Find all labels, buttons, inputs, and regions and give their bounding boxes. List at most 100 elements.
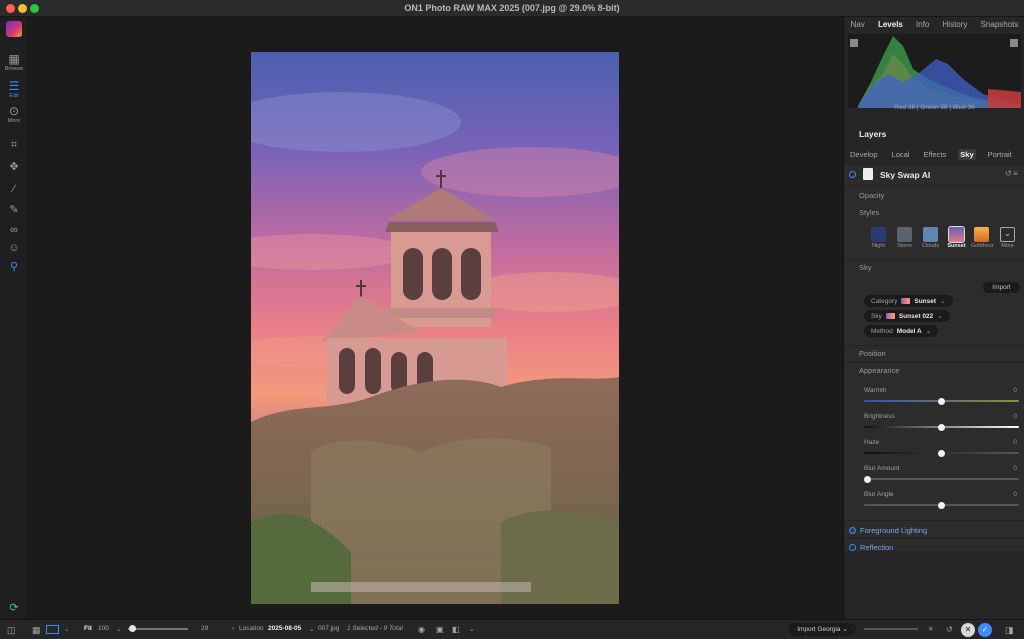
blur-angle-knob[interactable] bbox=[938, 501, 945, 509]
blue-value: 36 bbox=[967, 104, 975, 111]
crop-tool[interactable]: ⌗ bbox=[0, 138, 28, 152]
tab-snapshots[interactable]: Snapshots bbox=[981, 20, 1019, 29]
cancel-button[interactable]: ✕ bbox=[961, 623, 975, 637]
photo-preview[interactable] bbox=[251, 52, 619, 604]
selection-status: 1 Selected - 9 Total bbox=[347, 625, 403, 632]
filter-enable-toggle[interactable] bbox=[849, 171, 856, 178]
chevron-down-icon: ⌄ bbox=[842, 626, 848, 633]
import-georgia-button[interactable]: Import Georgia ⌄ bbox=[789, 623, 856, 636]
cancel-small-icon[interactable]: ✕ bbox=[928, 625, 933, 633]
style-storm-label: Storm bbox=[897, 243, 912, 249]
foreground-lighting-toggle[interactable] bbox=[849, 527, 856, 534]
retouch-tool[interactable]: ∞ bbox=[0, 223, 28, 237]
text-overlay-icon[interactable]: ▣ bbox=[436, 625, 444, 634]
chevron-down-icon[interactable]: ⌄ bbox=[116, 625, 121, 633]
tab-develop[interactable]: Develop bbox=[848, 149, 880, 160]
chevron-down-icon[interactable]: ⌄ bbox=[64, 625, 69, 633]
browse-module-button[interactable]: ▦ Browse bbox=[0, 52, 28, 73]
edit-module-button[interactable]: ☰ Edit bbox=[0, 79, 28, 100]
thumb-size-knob[interactable] bbox=[129, 625, 136, 632]
fit-button[interactable]: Fit bbox=[84, 625, 92, 632]
import-button-label: Import Georgia bbox=[797, 626, 841, 633]
right-panel-toggle-icon[interactable]: ◨ bbox=[1005, 625, 1014, 636]
blur-amount-knob[interactable] bbox=[864, 475, 871, 483]
reset-icon[interactable]: ↺ bbox=[946, 625, 953, 634]
filter-title: Sky Swap AI bbox=[880, 170, 931, 180]
blur-angle-value[interactable]: 0 bbox=[1013, 491, 1017, 498]
warmth-value[interactable]: 0 bbox=[1013, 387, 1017, 394]
zoom-tool[interactable]: ⚲ bbox=[0, 260, 28, 274]
image-canvas[interactable] bbox=[29, 17, 843, 619]
app-window: ON1 Photo RAW MAX 2025 (007.jpg @ 29.0% … bbox=[0, 0, 1024, 639]
tab-history[interactable]: History bbox=[943, 20, 968, 29]
compare-icon[interactable]: ◧ bbox=[452, 625, 460, 634]
blur-angle-slider[interactable] bbox=[864, 501, 1019, 509]
more-module-button[interactable]: ⊙ More bbox=[0, 104, 28, 125]
reflection-toggle[interactable] bbox=[849, 544, 856, 551]
edit-label: Edit bbox=[9, 93, 19, 99]
reflection-section[interactable]: Reflection bbox=[860, 543, 893, 552]
blur-amount-value[interactable]: 0 bbox=[1013, 465, 1017, 472]
grid-view-icon[interactable]: ▦ bbox=[32, 625, 41, 636]
menu-icon[interactable]: ≡ bbox=[1013, 169, 1018, 178]
foreground-lighting-section[interactable]: Foreground Lighting bbox=[860, 526, 927, 535]
brush-tool[interactable]: ✎ bbox=[0, 203, 28, 217]
style-goldhour[interactable]: Goldhour bbox=[971, 227, 994, 249]
brightness-slider[interactable] bbox=[864, 423, 1019, 431]
tab-portrait[interactable]: Portrait bbox=[986, 149, 1014, 160]
tab-local[interactable]: Local bbox=[890, 149, 912, 160]
styles-section[interactable]: Styles bbox=[859, 208, 879, 217]
divider bbox=[844, 538, 1024, 539]
style-clouds[interactable]: Clouds bbox=[920, 227, 941, 249]
style-night-label: Night bbox=[872, 243, 885, 249]
sky-dropdown[interactable]: Sky Sunset 022 ⌄ bbox=[864, 310, 950, 322]
sunset-thumb bbox=[948, 226, 965, 243]
tab-sky[interactable]: Sky bbox=[958, 149, 976, 160]
brightness-knob[interactable] bbox=[938, 423, 945, 431]
style-sunset[interactable]: Sunset bbox=[946, 226, 967, 249]
position-section[interactable]: Position bbox=[859, 349, 886, 358]
app-logo-icon bbox=[6, 21, 22, 37]
tab-levels[interactable]: Levels bbox=[878, 20, 903, 29]
appearance-section[interactable]: Appearance bbox=[859, 366, 899, 375]
window-title: ON1 Photo RAW MAX 2025 (007.jpg @ 29.0% … bbox=[404, 3, 620, 13]
haze-value[interactable]: 0 bbox=[1013, 439, 1017, 446]
tab-effects[interactable]: Effects bbox=[921, 149, 948, 160]
sync-tool[interactable]: ⟳ bbox=[0, 601, 28, 615]
tab-info[interactable]: Info bbox=[916, 20, 929, 29]
done-button[interactable]: ✓ bbox=[978, 623, 992, 637]
warmth-slider[interactable] bbox=[864, 397, 1019, 405]
chevron-down-icon[interactable]: ⌄ bbox=[469, 625, 474, 633]
haze-slider[interactable] bbox=[864, 449, 1019, 457]
tab-nav[interactable]: Nav bbox=[851, 20, 865, 29]
sky-section[interactable]: Sky bbox=[859, 263, 872, 272]
single-view-icon[interactable] bbox=[46, 625, 59, 634]
thumb-size-slider[interactable] bbox=[128, 628, 188, 630]
chevron-down-icon[interactable]: ⌄ bbox=[309, 625, 314, 633]
layers-title[interactable]: Layers bbox=[859, 129, 886, 139]
module-tabs: Develop Local Effects Sky Portrait bbox=[848, 149, 1021, 160]
portrait-tool[interactable]: ☺ bbox=[0, 241, 28, 255]
chevron-left-icon[interactable]: ‹ bbox=[232, 625, 234, 632]
panel-toggle-icon[interactable]: ◫ bbox=[7, 625, 16, 636]
import-sky-button[interactable]: Import bbox=[983, 282, 1020, 293]
filter-mask-thumbnail[interactable] bbox=[863, 168, 873, 180]
reset-icon[interactable]: ↺ bbox=[1005, 169, 1012, 178]
opacity-section[interactable]: Opacity bbox=[859, 191, 884, 200]
haze-knob[interactable] bbox=[938, 449, 945, 457]
style-night[interactable]: Night bbox=[868, 227, 889, 249]
blur-amount-slider[interactable] bbox=[864, 475, 1019, 483]
brightness-value[interactable]: 0 bbox=[1013, 413, 1017, 420]
eye-icon[interactable]: ◉ bbox=[418, 625, 425, 634]
style-storm[interactable]: Storm bbox=[894, 227, 915, 249]
method-dropdown[interactable]: Method Model A ⌄ bbox=[864, 325, 939, 337]
magic-wand-tool[interactable]: ⁄ bbox=[0, 182, 28, 196]
red-label: Red bbox=[894, 104, 907, 111]
category-dropdown[interactable]: Category Sunset ⌄ bbox=[864, 295, 953, 307]
location-value[interactable]: 2025-08-05 bbox=[268, 625, 301, 632]
sky-label: Sky bbox=[871, 312, 882, 320]
zoom-value[interactable]: 100 bbox=[98, 625, 109, 632]
warmth-knob[interactable] bbox=[938, 397, 945, 405]
style-more[interactable]: ⌄ More bbox=[997, 227, 1018, 249]
transform-tool[interactable]: ✥ bbox=[0, 160, 28, 174]
